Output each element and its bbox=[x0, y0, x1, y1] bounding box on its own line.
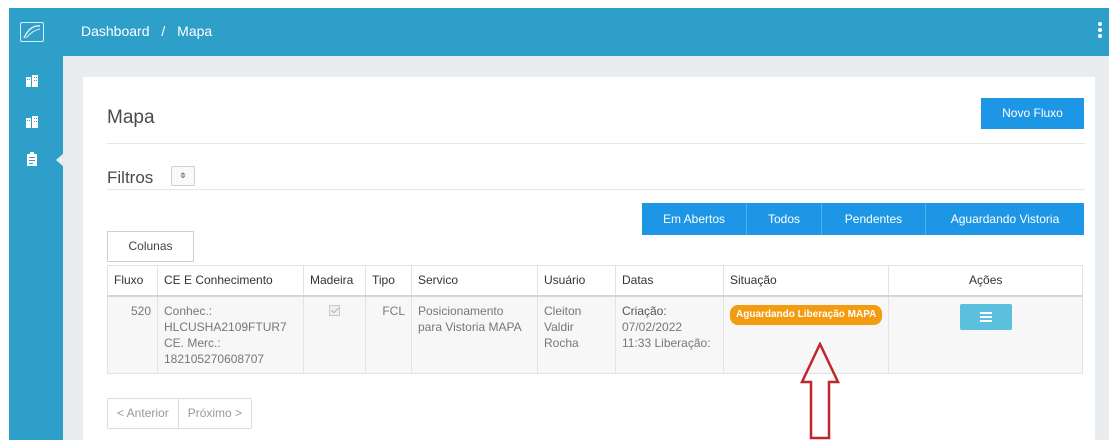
divider bbox=[107, 143, 1085, 144]
pagination: < Anterior Próximo > bbox=[107, 398, 253, 429]
datas-line: 07/02/2022 bbox=[622, 319, 683, 334]
usuario-line: Valdir bbox=[544, 319, 574, 334]
app-logo[interactable] bbox=[20, 22, 44, 42]
breadcrumb-dashboard[interactable]: Dashboard bbox=[81, 23, 150, 39]
column-header-situacao[interactable]: Situação bbox=[722, 265, 890, 297]
clipboard-icon[interactable] bbox=[25, 152, 39, 166]
ce-line: 182105270608707 bbox=[164, 351, 265, 366]
previous-page-button[interactable]: < Anterior bbox=[108, 399, 179, 428]
eye-slash-icon: ⌽ bbox=[180, 170, 186, 181]
building-icon[interactable] bbox=[25, 115, 39, 129]
building-icon[interactable] bbox=[25, 74, 39, 88]
cell-datas: Criação: 07/02/2022 11:33 Liberação: bbox=[615, 295, 724, 374]
breadcrumb: Dashboard / Mapa bbox=[81, 23, 212, 39]
usuario-line: Rocha bbox=[544, 335, 579, 350]
breadcrumb-separator: / bbox=[161, 23, 166, 39]
annotation-arrow-icon bbox=[800, 342, 840, 440]
datas-line: Criação: bbox=[622, 303, 667, 318]
servico-line: Posicionamento bbox=[418, 303, 504, 318]
madeira-checkbox bbox=[329, 304, 340, 316]
next-page-button[interactable]: Próximo > bbox=[179, 399, 251, 428]
filters-toggle-button[interactable]: ⌽ bbox=[171, 166, 195, 186]
filter-pendentes-button[interactable]: Pendentes bbox=[822, 203, 926, 235]
table-row: 520 Conhec.: HLCUSHA2109FTUR7 CE. Merc.:… bbox=[107, 295, 1083, 374]
datas-line: 11:33 Liberação: bbox=[622, 335, 711, 350]
status-filter-group: Em Abertos Todos Pendentes Aguardando Vi… bbox=[642, 203, 1084, 235]
content-card: Mapa Novo Fluxo Filtros ⌽ Em Abertos Tod… bbox=[83, 77, 1095, 440]
servico-line: para Vistoria MAPA bbox=[418, 319, 522, 334]
row-actions-button[interactable] bbox=[959, 303, 1012, 330]
table-header-row: Fluxo CE E Conhecimento Madeira Tipo Ser… bbox=[107, 265, 1083, 297]
sidebar bbox=[9, 8, 64, 440]
app-frame: Dashboard / Mapa Mapa Novo Fluxo Filtros… bbox=[9, 8, 1109, 440]
column-header-fluxo[interactable]: Fluxo bbox=[107, 265, 158, 297]
flow-table: Fluxo CE E Conhecimento Madeira Tipo Ser… bbox=[107, 265, 1083, 374]
column-header-usuario[interactable]: Usuário bbox=[537, 265, 616, 297]
cell-usuario: Cleiton Valdir Rocha bbox=[537, 295, 616, 374]
breadcrumb-current: Mapa bbox=[177, 23, 213, 39]
column-header-tipo[interactable]: Tipo bbox=[365, 265, 412, 297]
column-header-acoes: Ações bbox=[888, 265, 1083, 297]
cell-ce-conhecimento: Conhec.: HLCUSHA2109FTUR7 CE. Merc.: 182… bbox=[157, 295, 304, 374]
filter-todos-button[interactable]: Todos bbox=[747, 203, 822, 235]
new-flow-button[interactable]: Novo Fluxo bbox=[981, 98, 1084, 129]
ce-line: CE. Merc.: bbox=[164, 335, 221, 350]
active-nav-indicator bbox=[56, 153, 64, 167]
cell-acoes bbox=[888, 295, 1083, 374]
page-title: Mapa bbox=[107, 107, 155, 128]
cell-tipo: FCL bbox=[365, 295, 412, 374]
filter-em-abertos-button[interactable]: Em Abertos bbox=[642, 203, 747, 235]
column-header-madeira[interactable]: Madeira bbox=[303, 265, 366, 297]
column-header-servico[interactable]: Servico bbox=[411, 265, 538, 297]
column-header-ce-conhecimento[interactable]: CE E Conhecimento bbox=[157, 265, 304, 297]
top-bar: Dashboard / Mapa bbox=[63, 8, 1109, 56]
column-header-datas[interactable]: Datas bbox=[615, 265, 724, 297]
status-badge: Aguardando Liberação MAPA bbox=[730, 304, 883, 325]
divider bbox=[107, 189, 1085, 190]
filter-aguardando-vistoria-button[interactable]: Aguardando Vistoria bbox=[926, 203, 1084, 235]
usuario-line: Cleiton bbox=[544, 303, 582, 318]
cell-madeira bbox=[303, 295, 366, 374]
columns-button[interactable]: Colunas bbox=[107, 231, 194, 262]
filters-label: Filtros bbox=[107, 168, 154, 187]
cell-fluxo: 520 bbox=[107, 295, 158, 374]
cell-servico: Posicionamento para Vistoria MAPA bbox=[411, 295, 538, 374]
ce-line: Conhec.: bbox=[164, 303, 213, 318]
ce-line: HLCUSHA2109FTUR7 bbox=[164, 319, 287, 334]
kebab-menu-icon[interactable] bbox=[1097, 22, 1103, 42]
